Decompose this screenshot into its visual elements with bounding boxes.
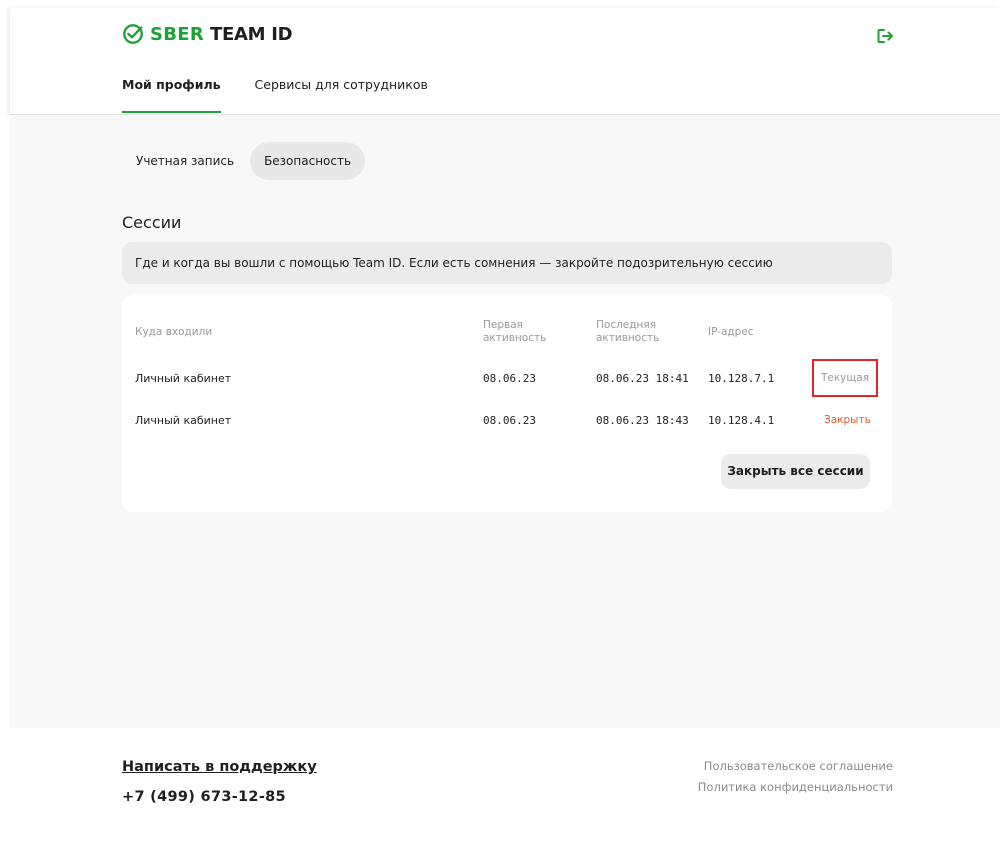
logo-product: TEAM ID <box>210 23 293 45</box>
col-head-place: Куда входили <box>135 326 213 338</box>
close-all-sessions-button[interactable]: Закрыть все сессии <box>721 454 870 489</box>
sessions-title: Сессии <box>122 213 182 232</box>
row-1-first: 08.06.23 <box>483 372 536 385</box>
sessions-info: Где и когда вы вошли с помощью Team ID. … <box>122 242 892 284</box>
logo[interactable]: SBER TEAM ID <box>122 22 293 46</box>
page: SBER TEAM ID Мой профиль Сервисы для сот… <box>0 0 1000 848</box>
row-2-first: 08.06.23 <box>483 414 536 427</box>
row-2-last: 08.06.23 18:43 <box>596 414 689 427</box>
footer-links: Пользовательское соглашение Политика кон… <box>698 756 893 798</box>
col-head-ip: IP-адрес <box>708 326 754 338</box>
logout-icon[interactable] <box>875 26 895 46</box>
footer: Написать в поддержку +7 (499) 673-12-85 … <box>10 728 1000 848</box>
row-1-ip: 10.128.7.1 <box>708 372 775 385</box>
col-head-first-line1: Первая <box>483 319 523 331</box>
row-2-place: Личный кабинет <box>135 414 232 427</box>
sessions-card: Куда входили Первая активность Последняя… <box>122 294 892 512</box>
user-agreement-link[interactable]: Пользовательское соглашение <box>698 756 893 777</box>
main-content: Учетная запись Безопасность Сессии Где и… <box>10 115 1000 728</box>
row-2-close-button[interactable]: Закрыть <box>824 414 871 426</box>
support-phone[interactable]: +7 (499) 673-12-85 <box>122 789 286 805</box>
logo-brand: SBER <box>150 23 205 45</box>
tab-employee-services[interactable]: Сервисы для сотрудников <box>255 77 428 113</box>
col-head-last-line2: активность <box>596 332 660 344</box>
col-head-first-line2: активность <box>483 332 547 344</box>
tab-my-profile[interactable]: Мой профиль <box>122 77 221 113</box>
col-head-last: Последняя активность <box>596 319 659 345</box>
row-2-ip: 10.128.4.1 <box>708 414 775 427</box>
col-head-last-line1: Последняя <box>596 319 657 331</box>
support-link[interactable]: Написать в поддержку <box>122 759 317 775</box>
row-1-status-current: Текущая <box>812 359 878 397</box>
header: SBER TEAM ID Мой профиль Сервисы для сот… <box>10 8 1000 115</box>
privacy-policy-link[interactable]: Политика конфиденциальности <box>698 777 893 798</box>
subtab-account[interactable]: Учетная запись <box>122 142 248 180</box>
subtabs: Учетная запись Безопасность <box>122 142 367 180</box>
subtab-security[interactable]: Безопасность <box>250 142 366 180</box>
col-head-first: Первая активность <box>483 319 546 345</box>
main-nav: Мой профиль Сервисы для сотрудников <box>122 77 462 113</box>
row-1-place: Личный кабинет <box>135 372 232 385</box>
sber-logo-icon <box>123 24 143 44</box>
row-1-last: 08.06.23 18:41 <box>596 372 689 385</box>
